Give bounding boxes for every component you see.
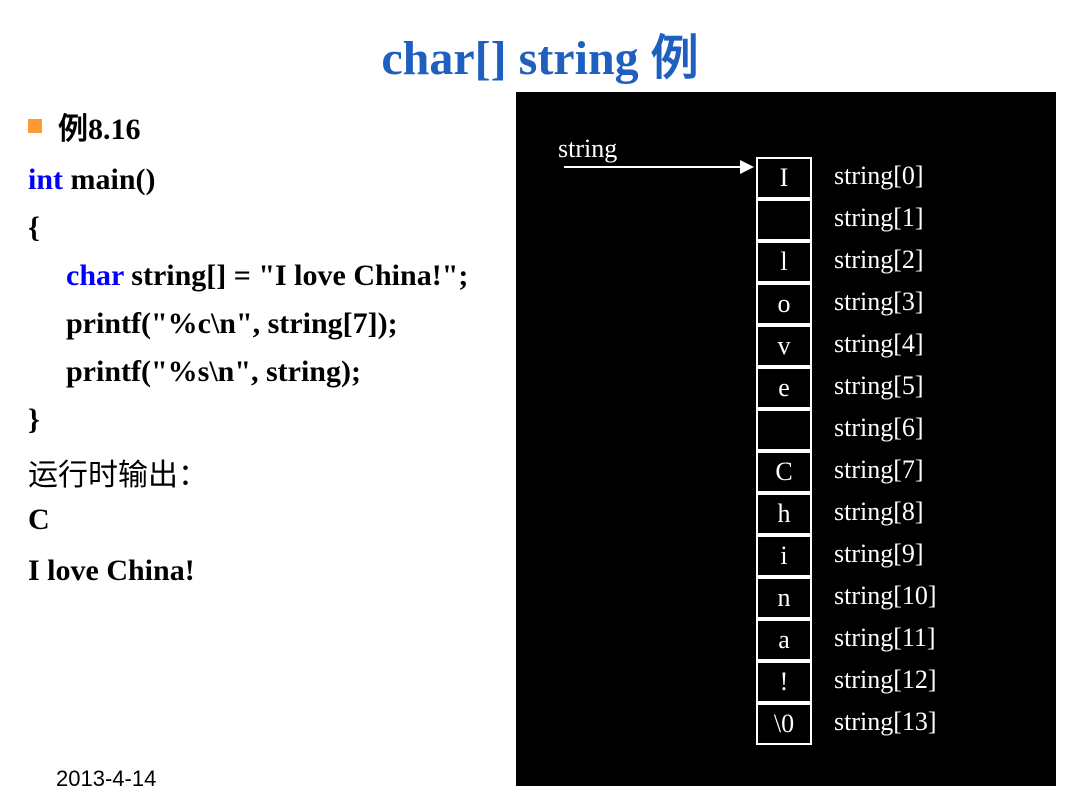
output-line-1: C xyxy=(28,494,588,545)
slide-title: char[] string 例 xyxy=(0,0,1080,88)
output-line-2: I love China! xyxy=(28,545,588,596)
code-line-6: } xyxy=(28,396,588,444)
code-text: string[] = "I love China!"; xyxy=(124,259,469,292)
footer-date: 2013-4-14 xyxy=(56,766,156,792)
memory-cell-label: string[4] xyxy=(834,329,924,359)
memory-cell-label: string[9] xyxy=(834,539,924,569)
code-line-1: int main() xyxy=(28,156,588,204)
memory-row: v string[4] xyxy=(756,324,937,366)
memory-row: e string[5] xyxy=(756,366,937,408)
memory-diagram: string Istring[0] string[1]lstring[2]ost… xyxy=(516,92,1056,786)
code-line-2: { xyxy=(28,204,588,252)
memory-row: string[1] xyxy=(756,198,937,240)
memory-cell-label: string[1] xyxy=(834,203,924,233)
memory-cell: v xyxy=(756,325,812,367)
memory-row: \0 string[13] xyxy=(756,702,937,744)
keyword-char: char xyxy=(66,259,124,292)
diagram-header: string xyxy=(558,134,617,164)
memory-cell-label: string[3] xyxy=(834,287,924,317)
memory-cell-label: string[6] xyxy=(834,413,924,443)
bullet-line: 例8.16 xyxy=(28,104,588,148)
memory-cell: ! xyxy=(756,661,812,703)
memory-row: string[6] xyxy=(756,408,937,450)
memory-cell xyxy=(756,409,812,451)
memory-row: Cstring[7] xyxy=(756,450,937,492)
memory-cell: o xyxy=(756,283,812,325)
memory-row: a string[11] xyxy=(756,618,937,660)
memory-cell-label: string[2] xyxy=(834,245,924,275)
memory-cell: C xyxy=(756,451,812,493)
memory-row: i string[9] xyxy=(756,534,937,576)
code-block: int main() { char string[] = "I love Chi… xyxy=(28,156,588,444)
output-label: 运行时输出： xyxy=(28,450,588,494)
content-area: 例8.16 int main() { char string[] = "I lo… xyxy=(28,104,588,596)
slide: char[] string 例 例8.16 int main() { char … xyxy=(0,0,1080,810)
memory-row: h string[8] xyxy=(756,492,937,534)
memory-cell: \0 xyxy=(756,703,812,745)
memory-cell xyxy=(756,199,812,241)
memory-cells: Istring[0] string[1] l string[2] o string[3]… xyxy=(756,156,937,744)
memory-cell-label: string[7] xyxy=(834,455,924,485)
memory-cell: e xyxy=(756,367,812,409)
memory-row: ! string[12] xyxy=(756,660,937,702)
memory-cell: h xyxy=(756,493,812,535)
memory-row: l string[2] xyxy=(756,240,937,282)
memory-cell-label: string[8] xyxy=(834,497,924,527)
code-text: main() xyxy=(63,163,156,196)
memory-cell-label: string[13] xyxy=(834,707,937,737)
memory-cell-label: string[11] xyxy=(834,623,936,653)
memory-cell-label: string[12] xyxy=(834,665,937,695)
memory-cell: I xyxy=(756,157,812,199)
code-line-5: printf("%s\n", string); xyxy=(28,348,588,396)
code-line-4: printf("%c\n", string[7]); xyxy=(28,300,588,348)
memory-cell: l xyxy=(756,241,812,283)
keyword-int: int xyxy=(28,163,63,196)
bullet-text: 例8.16 xyxy=(58,104,141,148)
memory-row: Istring[0] xyxy=(756,156,937,198)
memory-row: n string[10] xyxy=(756,576,937,618)
memory-cell-label: string[5] xyxy=(834,371,924,401)
memory-cell-label: string[0] xyxy=(834,161,924,191)
bullet-icon xyxy=(28,119,42,133)
memory-cell: n xyxy=(756,577,812,619)
arrow-icon xyxy=(564,166,752,168)
memory-row: o string[3] xyxy=(756,282,937,324)
memory-cell: i xyxy=(756,535,812,577)
code-line-3: char string[] = "I love China!"; xyxy=(28,252,588,300)
memory-cell: a xyxy=(756,619,812,661)
memory-cell-label: string[10] xyxy=(834,581,937,611)
